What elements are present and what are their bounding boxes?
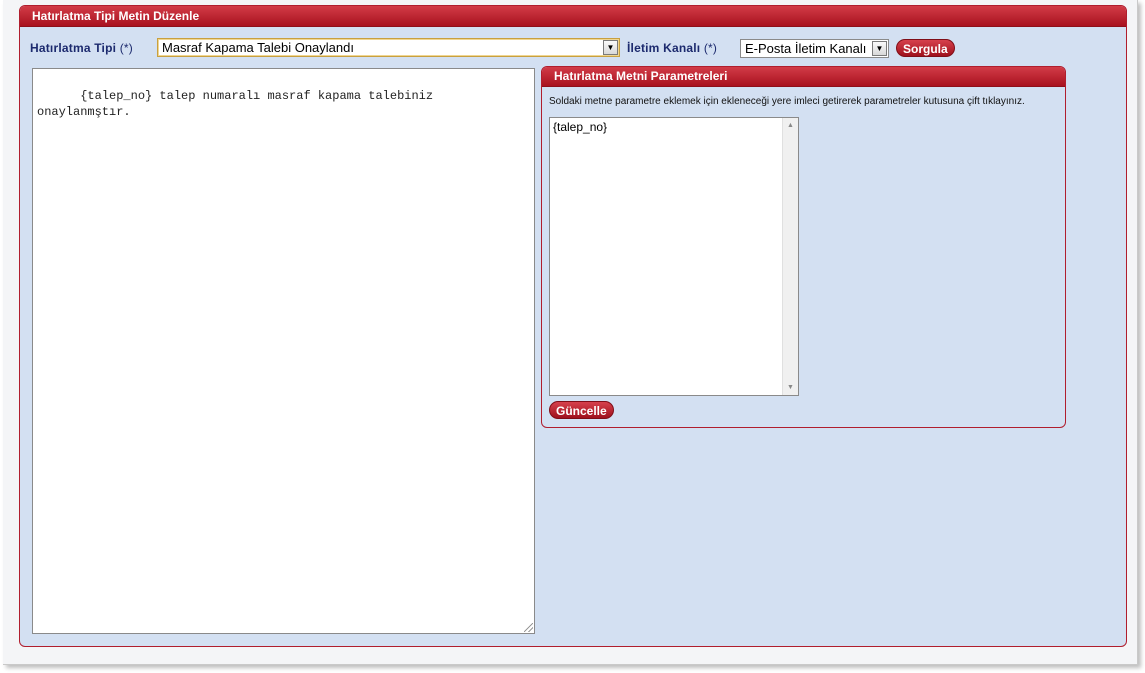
window-frame: Hatırlatma Tipi Metin Düzenle Hatırlatma… — [3, 0, 1138, 665]
channel-label: İletim Kanalı (*) — [627, 41, 718, 55]
panel-title: Hatırlatma Tipi Metin Düzenle — [20, 6, 1126, 27]
chevron-down-icon[interactable]: ▼ — [872, 41, 887, 56]
reminder-type-value: Masraf Kapama Talebi Onaylandı — [162, 40, 354, 55]
parameters-panel: Hatırlatma Metni Parametreleri Soldaki m… — [541, 66, 1066, 428]
chevron-down-icon[interactable]: ▼ — [603, 40, 618, 55]
reminder-type-select[interactable]: Masraf Kapama Talebi Onaylandı ▼ — [157, 38, 620, 57]
reminder-type-label: Hatırlatma Tipi (*) — [30, 41, 133, 55]
update-button[interactable]: Güncelle — [549, 401, 614, 419]
scroll-up-icon[interactable]: ▲ — [783, 118, 798, 133]
edit-panel: Hatırlatma Tipi Metin Düzenle Hatırlatma… — [19, 5, 1127, 647]
required-marker: (*) — [119, 41, 133, 55]
parameters-listbox[interactable]: {talep_no} ▲ ▼ — [549, 117, 799, 396]
reminder-text-content: {talep_no} talep numaralı masraf kapama … — [37, 89, 434, 119]
required-marker: (*) — [703, 41, 718, 55]
list-item[interactable]: {talep_no} — [550, 118, 798, 136]
resize-grip-icon[interactable] — [524, 623, 533, 632]
channel-value: E-Posta İletim Kanalı — [745, 41, 867, 56]
query-button[interactable]: Sorgula — [896, 39, 955, 57]
channel-select[interactable]: E-Posta İletim Kanalı ▼ — [740, 39, 889, 58]
scroll-down-icon[interactable]: ▼ — [783, 380, 798, 395]
listbox-scrollbar[interactable]: ▲ ▼ — [782, 118, 798, 395]
parameters-hint: Soldaki metne parametre eklemek için ekl… — [549, 96, 1025, 107]
reminder-text-editor[interactable]: {talep_no} talep numaralı masraf kapama … — [32, 68, 535, 634]
parameters-panel-title: Hatırlatma Metni Parametreleri — [542, 67, 1065, 87]
